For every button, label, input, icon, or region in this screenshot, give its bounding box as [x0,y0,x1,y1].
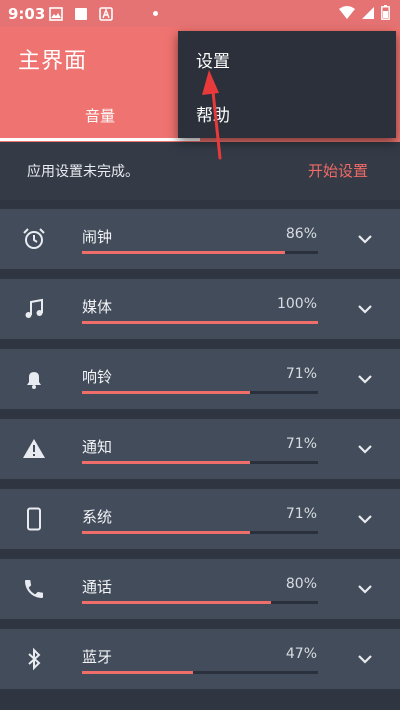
volume-label: 通话 [82,578,113,596]
volume-row-media: 媒体 100% [0,279,400,339]
volume-slider[interactable] [82,391,318,394]
volume-row-alarm: 闹钟 86% [0,209,400,269]
phone-device-icon [27,507,41,531]
start-setup-button[interactable]: 开始设置 [308,160,368,181]
volume-percent: 71% [285,436,317,452]
bluetooth-icon [28,647,41,671]
page-title: 主界面 [18,49,88,74]
status-bar: 9:03 [0,0,400,27]
volume-slider[interactable] [82,671,318,674]
chevron-down-icon[interactable] [357,583,373,595]
volume-percent: 47% [285,646,317,662]
volume-slider[interactable] [82,461,318,464]
volume-row-call: 通话 80% [0,559,400,619]
notification-dot-icon [153,11,158,16]
chevron-down-icon[interactable] [357,233,373,245]
font-icon [99,7,113,21]
volume-label: 通知 [82,438,113,456]
volume-row-system: 系统 71% [0,489,400,549]
notice-text: 应用设置未完成。 [27,164,139,180]
menu-item-settings[interactable]: 设置 [196,47,230,72]
volume-slider-fill [82,461,250,464]
volume-label: 蓝牙 [82,648,113,666]
alarm-clock-icon [23,228,45,249]
volume-percent: 80% [285,576,317,592]
volume-label: 闹钟 [82,228,113,246]
chevron-down-icon[interactable] [357,653,373,665]
battery-icon [381,5,390,20]
status-time: 9:03 [8,5,46,23]
wifi-icon [339,5,355,19]
volume-slider-fill [82,321,318,324]
volume-slider-fill [82,391,250,394]
volume-percent: 86% [285,226,317,242]
tab-indicator [0,138,200,141]
volume-row-notification: 通知 71% [0,419,400,479]
volume-slider[interactable] [82,321,318,324]
overflow-menu: 设置 帮助 [178,31,396,138]
volume-slider-fill [82,671,193,674]
tab-volume[interactable]: 音量 [40,91,160,139]
volume-row-bluetooth: 蓝牙 47% [0,629,400,689]
volume-percent: 71% [285,366,317,382]
volume-percent: 100% [276,296,317,312]
setup-notice: 应用设置未完成。 开始设置 [0,142,400,200]
volume-slider-fill [82,251,285,254]
volume-percent: 71% [285,506,317,522]
warning-icon [23,439,45,458]
volume-slider[interactable] [82,531,318,534]
volume-label: 响铃 [82,368,113,386]
square-icon [75,8,87,20]
signal-icon [362,6,374,19]
volume-slider[interactable] [82,251,318,254]
chevron-down-icon[interactable] [357,303,373,315]
chevron-down-icon[interactable] [357,513,373,525]
volume-slider[interactable] [82,601,318,604]
gallery-icon [49,7,63,21]
volume-slider-fill [82,531,250,534]
call-icon [25,580,43,598]
menu-item-help[interactable]: 帮助 [196,101,230,126]
volume-slider-fill [82,601,271,604]
volume-row-ringtone: 响铃 71% [0,349,400,409]
volume-label: 媒体 [82,298,113,316]
chevron-down-icon[interactable] [357,443,373,455]
bell-icon [27,372,41,389]
chevron-down-icon[interactable] [357,373,373,385]
music-note-icon [25,298,43,318]
volume-label: 系统 [82,508,113,526]
